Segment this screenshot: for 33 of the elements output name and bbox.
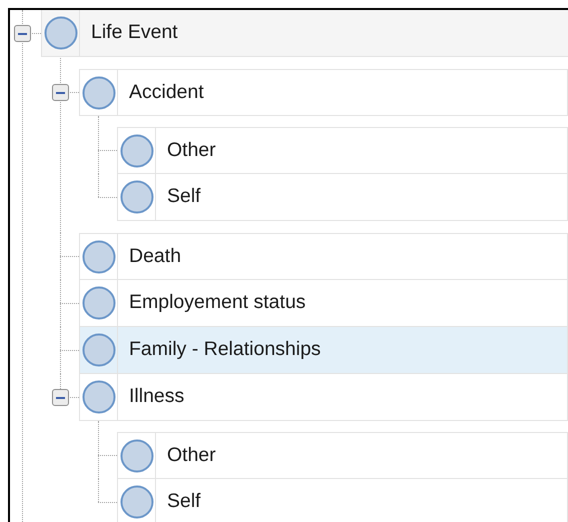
tree-node[interactable]: Other: [117, 432, 568, 479]
circle-icon: [82, 380, 116, 414]
tree-node[interactable]: Death: [79, 233, 568, 280]
tree-node[interactable]: Other: [117, 127, 568, 174]
node-label: Family - Relationships: [128, 337, 321, 362]
node-label: Death: [128, 244, 182, 269]
circle-icon: [120, 180, 154, 214]
tree-node[interactable]: Accident: [79, 69, 568, 116]
node-label: Employement status: [128, 290, 306, 316]
circle-icon: [120, 134, 154, 168]
circle-icon: [120, 485, 154, 519]
circle-icon: [82, 333, 116, 367]
node-label: Other: [166, 442, 216, 468]
collapse-toggle[interactable]: [52, 389, 69, 406]
circle-icon: [44, 16, 78, 50]
tree-node[interactable]: Employement status: [79, 280, 568, 327]
node-label: Illness: [128, 384, 184, 410]
node-label: Life Event: [90, 20, 178, 46]
node-label: Self: [166, 489, 201, 514]
circle-icon: [82, 286, 116, 320]
tree-node[interactable]: Illness: [79, 374, 568, 421]
tree-node[interactable]: Self: [117, 174, 568, 221]
circle-icon: [82, 240, 116, 274]
circle-icon: [120, 438, 154, 472]
tree-node[interactable]: Family - Relationships: [79, 327, 568, 374]
circle-icon: [82, 76, 116, 110]
tree-node[interactable]: Self: [117, 479, 568, 522]
node-label: Self: [166, 184, 201, 210]
collapse-toggle[interactable]: [52, 84, 69, 101]
node-label: Accident: [128, 80, 204, 105]
node-label: Other: [166, 138, 216, 163]
collapse-toggle[interactable]: [14, 25, 31, 42]
tree-node[interactable]: Life Event: [41, 10, 568, 57]
